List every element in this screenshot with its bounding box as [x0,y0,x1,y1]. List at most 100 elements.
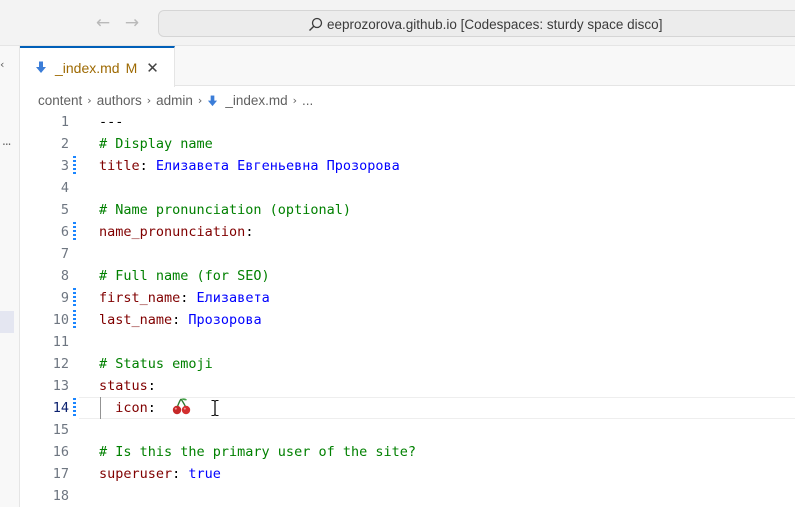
code-editor[interactable]: 1 --- 2 # Display name 3 title: Елизавета Евг… [20,111,795,507]
code-line[interactable]: 13 status: [20,375,795,397]
code-line[interactable]: 17 superuser: true [20,463,795,485]
editor-tab-bar: _index.md M ✕ [20,46,795,87]
line-number: 12 [52,356,69,372]
code-token: Елизавета Евгеньевна Прозорова [155,158,400,174]
code-text: name_pronunciation: [99,221,253,243]
code-line[interactable]: 10 last_name: Прозорова [20,309,795,331]
code-token: : [172,312,189,328]
code-text: superuser: true [99,463,221,485]
breadcrumb-separator: › [197,93,203,107]
code-token: name_pronunciation [99,224,246,240]
modified-line-indicator[interactable] [73,288,76,308]
code-token: : [147,400,165,416]
forward-arrow-icon[interactable]: → [123,12,141,34]
code-token: title [99,158,140,174]
code-token: : [180,290,197,306]
code-text: title: Елизавета Евгеньевна Прозорова [99,155,400,177]
code-token: # Name pronunciation (optional) [99,202,351,218]
code-line[interactable]: 11 [20,331,795,353]
code-text: last_name: Прозорова [99,309,262,331]
code-token: : [245,224,254,240]
code-token: Елизавета [196,290,270,306]
close-icon[interactable]: ✕ [146,59,159,77]
collapse-chevron-icon[interactable]: ‹ [0,58,4,71]
command-center-text: eeprozorova.github.io [Codespaces: sturd… [327,16,663,32]
line-number: 6 [60,224,69,240]
line-number: 16 [52,444,69,460]
breadcrumb-separator: › [146,93,152,107]
code-line[interactable]: 6 name_pronunciation: [20,221,795,243]
code-token: : [139,158,156,174]
code-text: status: [99,375,156,397]
code-line[interactable]: 12 # Status emoji [20,353,795,375]
breadcrumb: content › authors › admin › _index.md › … [38,89,313,111]
code-line[interactable]: 3 title: Елизавета Евгеньевна Прозорова [20,155,795,177]
code-text: # Is this the primary user of the site? [99,441,416,463]
code-token: superuser [99,466,173,482]
breadcrumb-item-file[interactable]: _index.md [225,93,287,108]
code-text: # Status emoji [99,353,213,375]
code-text: --- [99,111,123,133]
code-line[interactable]: 2 # Display name [20,133,795,155]
back-arrow-icon[interactable]: ← [94,12,112,34]
code-line[interactable]: 18 [20,485,795,507]
line-number: 14 [52,400,69,416]
code-token: --- [99,114,124,130]
breadcrumb-item-admin[interactable]: admin [156,93,193,108]
code-text: # Display name [99,133,213,155]
line-number: 3 [60,158,69,174]
tab-index-md[interactable]: _index.md M ✕ [20,46,175,87]
markdown-file-icon [35,61,47,75]
code-line[interactable]: 8 # Full name (for SEO) [20,265,795,287]
code-line[interactable]: 9 first_name: Елизавета [20,287,795,309]
code-token: # Status emoji [99,356,213,372]
code-text: # Full name (for SEO) [99,265,270,287]
code-text: first_name: Елизавета [99,287,270,309]
code-token: : [172,466,189,482]
code-token: last_name [99,312,173,328]
breadcrumb-item-symbols[interactable]: ... [302,93,313,108]
i-beam-cursor-icon [210,399,220,417]
code-text: icon: [99,397,192,419]
code-token: # Is this the primary user of the site? [99,444,416,460]
code-line[interactable]: 15 [20,419,795,441]
line-number: 7 [60,246,69,262]
code-token: true [188,466,221,482]
line-number: 11 [52,334,69,350]
line-number: 9 [60,290,69,306]
markdown-file-icon [207,95,218,108]
code-token: : [147,378,156,394]
code-line[interactable]: 1 --- [20,111,795,133]
code-line[interactable]: 14 icon: [20,397,795,419]
line-number: 1 [60,114,69,130]
code-token: icon [99,400,148,416]
code-line[interactable]: 5 # Name pronunciation (optional) [20,199,795,221]
breadcrumb-item-authors[interactable]: authors [97,93,142,108]
breadcrumb-separator: › [87,93,92,107]
modified-line-indicator[interactable] [73,398,76,418]
line-number: 13 [52,378,69,394]
search-icon [308,17,323,32]
more-actions-icon[interactable]: ... [2,134,12,148]
breadcrumb-item-content[interactable]: content [38,93,82,108]
modified-indicator: M [125,59,138,76]
cherries-emoji [172,397,192,415]
line-number: 4 [60,180,69,196]
modified-line-indicator[interactable] [73,156,76,176]
line-number: 8 [60,268,69,284]
line-number: 15 [52,422,69,438]
code-line[interactable]: 7 [20,243,795,265]
line-number: 5 [60,202,69,218]
code-token: # Full name (for SEO) [99,268,270,284]
tab-label: _index.md [55,59,120,76]
breadcrumb-separator: › [292,93,298,107]
code-line[interactable]: 4 [20,177,795,199]
code-line[interactable]: 16 # Is this the primary user of the site… [20,441,795,463]
line-number: 10 [52,312,69,328]
modified-line-indicator[interactable] [73,310,76,330]
modified-line-indicator[interactable] [73,222,76,242]
side-panel-edge: ‹ ... [0,46,20,507]
line-number: 2 [60,136,69,152]
code-text: # Name pronunciation (optional) [99,199,351,221]
command-center[interactable]: eeprozorova.github.io [Codespaces: sturd… [158,10,795,37]
